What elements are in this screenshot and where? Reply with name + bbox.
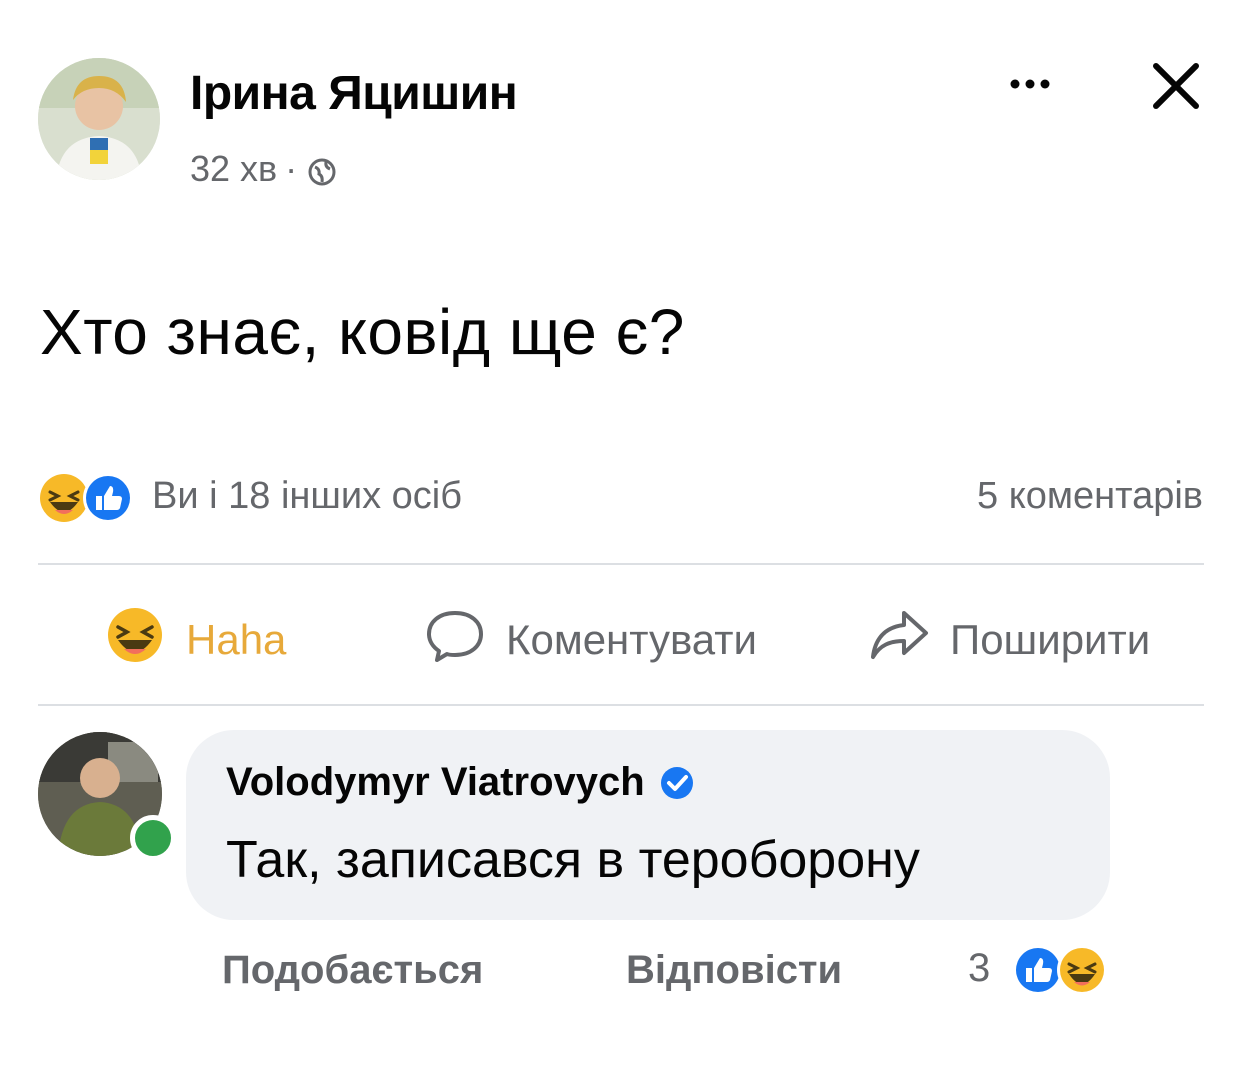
author-avatar[interactable] bbox=[38, 58, 160, 180]
comment-bubble-icon bbox=[424, 607, 486, 673]
share-button[interactable]: Поширити bbox=[868, 600, 1150, 680]
like-reaction-icon bbox=[83, 473, 133, 523]
more-icon bbox=[1010, 79, 1050, 89]
comment-label: Коментувати bbox=[506, 616, 757, 663]
meta-separator: · bbox=[285, 148, 298, 189]
globe-icon bbox=[307, 154, 337, 186]
haha-icon bbox=[104, 604, 166, 676]
divider-top bbox=[38, 563, 1204, 565]
comments-count-link[interactable]: 5 коментарів bbox=[977, 475, 1203, 518]
divider-bottom bbox=[38, 704, 1204, 706]
comment-author-name[interactable]: Volodymyr Viatrovych bbox=[226, 760, 645, 805]
post-time[interactable]: 32 хв bbox=[190, 148, 277, 190]
share-arrow-icon bbox=[868, 607, 930, 673]
haha-reaction-icon bbox=[1057, 945, 1107, 995]
online-status-dot bbox=[130, 815, 176, 861]
close-icon bbox=[1153, 63, 1199, 109]
like-reaction-icon bbox=[1013, 945, 1063, 995]
comment-button[interactable]: Коментувати bbox=[424, 600, 757, 680]
more-options-button[interactable] bbox=[995, 62, 1065, 102]
haha-button[interactable]: Haha bbox=[104, 600, 286, 680]
comment-bubble bbox=[186, 730, 1110, 920]
share-label: Поширити bbox=[950, 616, 1151, 663]
post-meta: 32 хв · bbox=[190, 148, 337, 190]
comment-like-button[interactable]: Подобається bbox=[222, 948, 483, 993]
comment-text: Так, записався в тероборону bbox=[226, 831, 920, 889]
comment-reactions[interactable] bbox=[1010, 942, 1120, 998]
post-text: Хто знає, ковід ще є? bbox=[40, 296, 685, 368]
close-button[interactable] bbox=[1140, 50, 1210, 120]
comment-reply-button[interactable]: Відповісти bbox=[626, 948, 842, 993]
comment-author[interactable]: Volodymyr Viatrovych bbox=[226, 760, 695, 805]
haha-label: Haha bbox=[186, 616, 287, 663]
haha-reaction-icon bbox=[40, 474, 88, 522]
reactions-summary[interactable] bbox=[38, 470, 138, 526]
verified-badge-icon bbox=[659, 765, 695, 801]
comment-reaction-count[interactable]: 3 bbox=[968, 946, 990, 991]
reactions-count-text[interactable]: Ви і 18 інших осіб bbox=[152, 475, 462, 518]
post-author-name[interactable]: Ірина Яцишин bbox=[190, 66, 518, 121]
